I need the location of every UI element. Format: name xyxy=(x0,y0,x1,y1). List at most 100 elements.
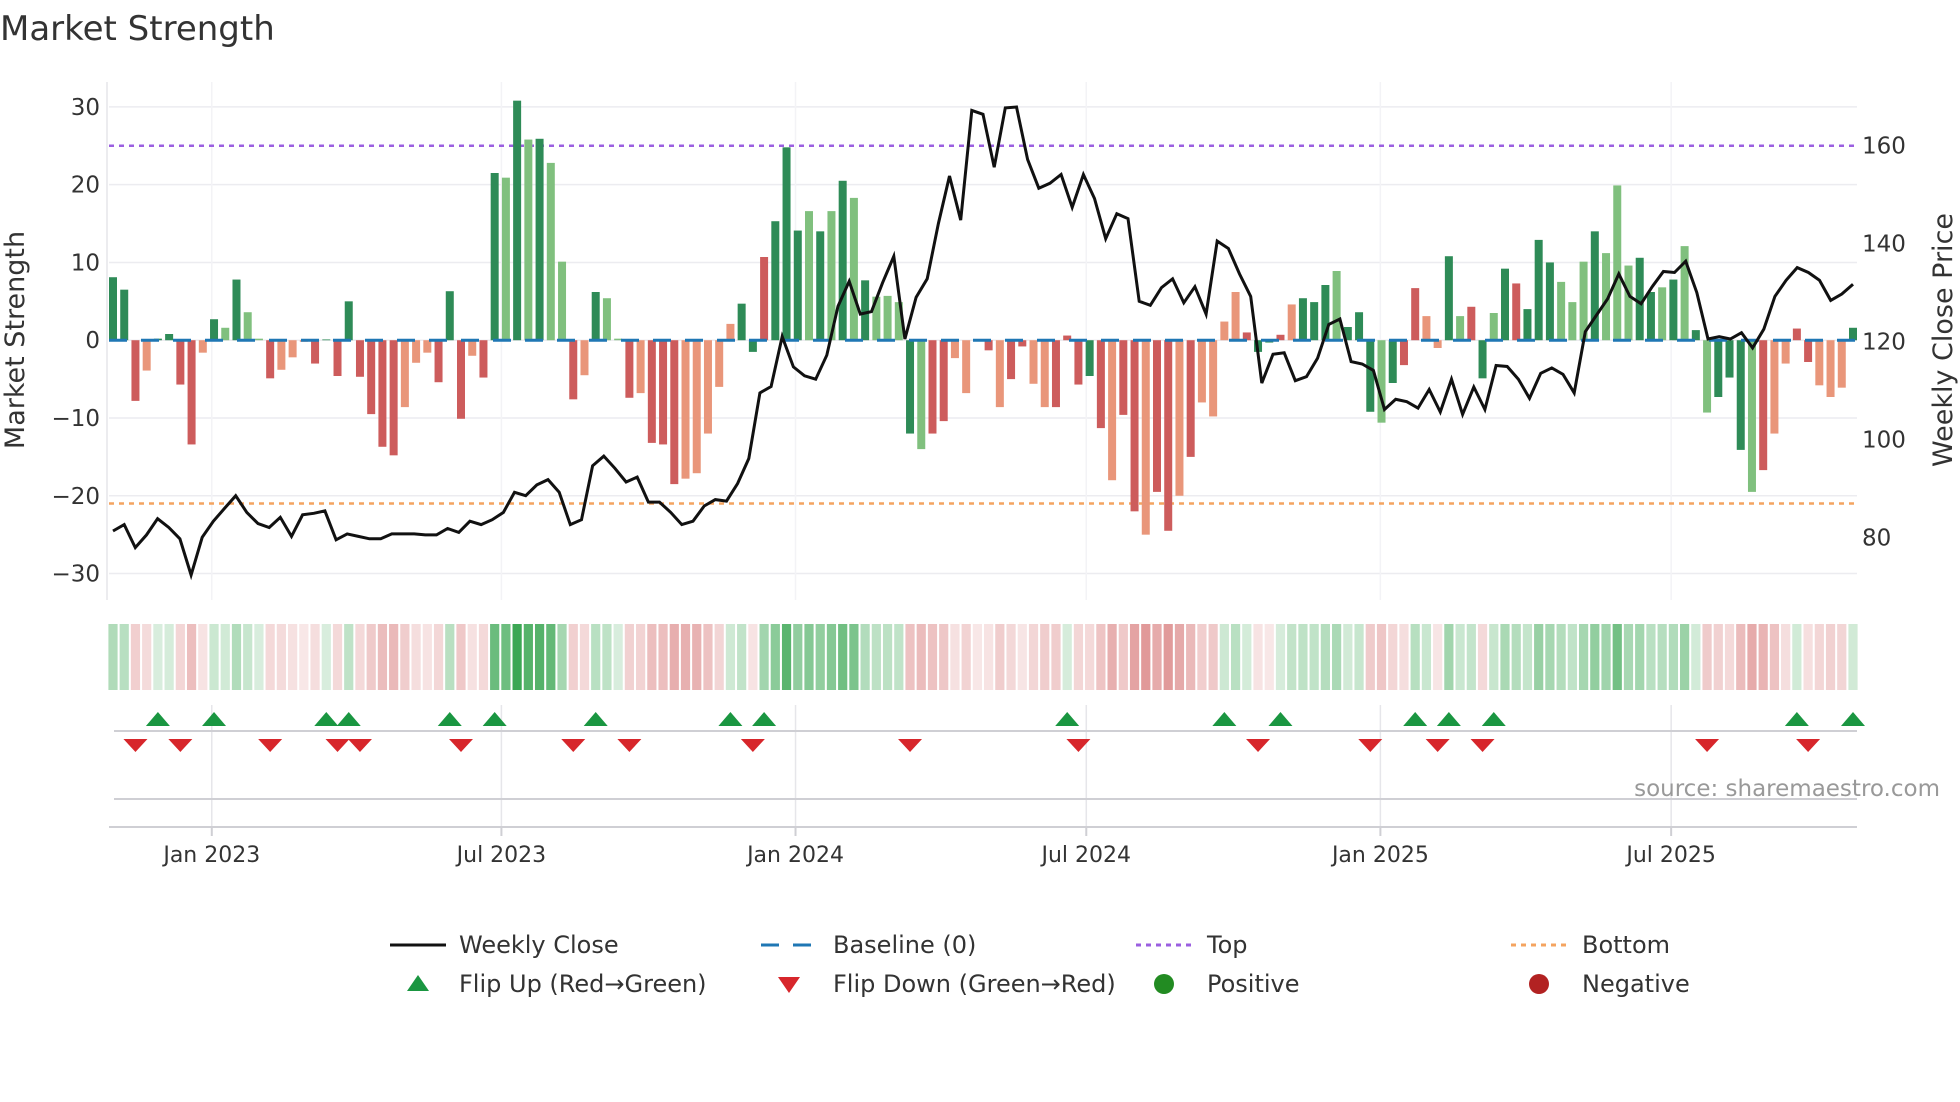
legend-item: Positive xyxy=(1154,970,1300,998)
heatmap-cell xyxy=(478,624,489,690)
flip-up-marker xyxy=(1841,712,1865,726)
strength-bar xyxy=(1310,302,1319,341)
heatmap-cell xyxy=(321,624,331,690)
heatmap-cell xyxy=(1129,624,1140,690)
flip-down-marker xyxy=(1246,739,1271,752)
grid xyxy=(106,82,1857,828)
flip-up-marker xyxy=(1784,712,1809,726)
legend: Weekly Close Baseline (0) Top Bottom Flip Up… xyxy=(390,931,1690,998)
heatmap-cell xyxy=(1680,624,1690,690)
strength-bar xyxy=(760,257,769,341)
flip-up-marker xyxy=(1055,712,1080,726)
heatmap-cell xyxy=(1275,624,1286,690)
strength-bar xyxy=(1501,268,1509,341)
strength-bar xyxy=(142,340,151,371)
heatmap-cell xyxy=(1376,624,1387,690)
strength-bar xyxy=(1759,340,1768,471)
heatmap-cell xyxy=(624,624,634,690)
heatmap-cell xyxy=(422,624,432,690)
flip-down-marker xyxy=(1425,739,1450,752)
strength-bar xyxy=(423,340,432,353)
heatmap-cell xyxy=(175,624,185,690)
legend-item: Flip Up (Red→Green) xyxy=(407,970,707,998)
heatmap-cell xyxy=(1534,624,1544,690)
heatmap-cell xyxy=(849,624,859,690)
heatmap-cell xyxy=(894,624,904,690)
heatmap-cell xyxy=(1230,624,1241,690)
strength-bar xyxy=(1399,340,1408,366)
flip-down-marker xyxy=(1695,739,1720,752)
strength-bar xyxy=(670,340,679,485)
flip-down-marker xyxy=(740,739,765,752)
heatmap-cell xyxy=(1433,624,1443,690)
heatmap-cell xyxy=(198,624,208,690)
heatmap-cell xyxy=(1017,624,1027,690)
heatmap-cell xyxy=(1724,624,1735,690)
strength-bar xyxy=(165,334,174,341)
flip-up-marker xyxy=(482,712,507,726)
legend-label: Bottom xyxy=(1582,931,1670,959)
strength-bar xyxy=(636,340,645,394)
y2-tick-label: 120 xyxy=(1862,329,1906,355)
x-tick-label: Jan 2023 xyxy=(161,843,260,868)
heatmap-cell xyxy=(995,624,1005,690)
strength-bar xyxy=(445,291,454,341)
heatmap-cell xyxy=(636,624,646,690)
heatmap-cell xyxy=(961,624,971,690)
heatmap-cell xyxy=(1825,624,1836,690)
heatmap-cell xyxy=(501,624,511,690)
heatmap-cell xyxy=(1691,624,1701,690)
heatmap-cell xyxy=(108,624,118,690)
heatmap-cell xyxy=(1489,624,1499,690)
strength-bar xyxy=(782,147,791,341)
left-axis-title: Market Strength xyxy=(0,231,31,449)
heatmap-cell xyxy=(1365,624,1375,690)
heatmap-cell xyxy=(231,624,242,690)
strength-bar xyxy=(1332,271,1341,341)
heatmap-cell xyxy=(1421,624,1432,690)
legend-label: Negative xyxy=(1582,970,1690,998)
strength-bar xyxy=(468,340,477,356)
heatmap-cell xyxy=(400,624,410,690)
legend-item: Flip Down (Green→Red) xyxy=(778,970,1116,998)
strength-bar xyxy=(984,340,993,351)
heatmap-cell xyxy=(344,624,354,690)
heatmap-cell xyxy=(781,624,792,690)
heatmap-cell xyxy=(703,624,713,690)
heatmap-cell xyxy=(265,624,275,690)
strength-bar xyxy=(849,197,858,341)
flip-up-marker xyxy=(1212,712,1237,726)
strength-bar xyxy=(1355,312,1364,341)
heatmap-cell xyxy=(1028,624,1039,690)
strength-bar xyxy=(1837,340,1846,388)
strength-bar xyxy=(1141,340,1150,535)
heatmap-cell xyxy=(871,624,881,690)
strength-bar xyxy=(1007,340,1016,380)
heatmap-cell xyxy=(1522,624,1533,690)
heatmap-cell xyxy=(1219,624,1229,690)
legend-label: Weekly Close xyxy=(459,931,619,959)
x-tick-label: Jul 2023 xyxy=(455,843,547,868)
heatmap-cell xyxy=(1803,624,1813,690)
strength-bar xyxy=(221,327,230,341)
heatmap-cell xyxy=(1848,624,1858,690)
heatmap-cell xyxy=(355,624,365,690)
flip-up-marker xyxy=(583,712,608,726)
strength-bar xyxy=(602,298,611,341)
source-label: source: sharemaestro.com xyxy=(1634,776,1940,802)
strength-bar xyxy=(1444,256,1453,341)
heatmap-cell xyxy=(759,624,769,690)
heatmap-cell xyxy=(1298,624,1308,690)
heatmap-cell xyxy=(1657,624,1667,690)
heatmap-cell xyxy=(288,624,298,690)
strength-bar xyxy=(1703,340,1712,413)
strength-bar xyxy=(198,340,207,353)
heatmap-cell xyxy=(1006,624,1016,690)
heatmap-cell xyxy=(591,624,601,690)
heatmap-cell xyxy=(838,624,848,690)
heatmap-cell xyxy=(1792,624,1802,690)
strength-bar xyxy=(726,323,735,341)
heatmap-cell xyxy=(1062,624,1072,690)
strength-bar xyxy=(647,340,656,443)
strength-bar xyxy=(1523,309,1532,341)
